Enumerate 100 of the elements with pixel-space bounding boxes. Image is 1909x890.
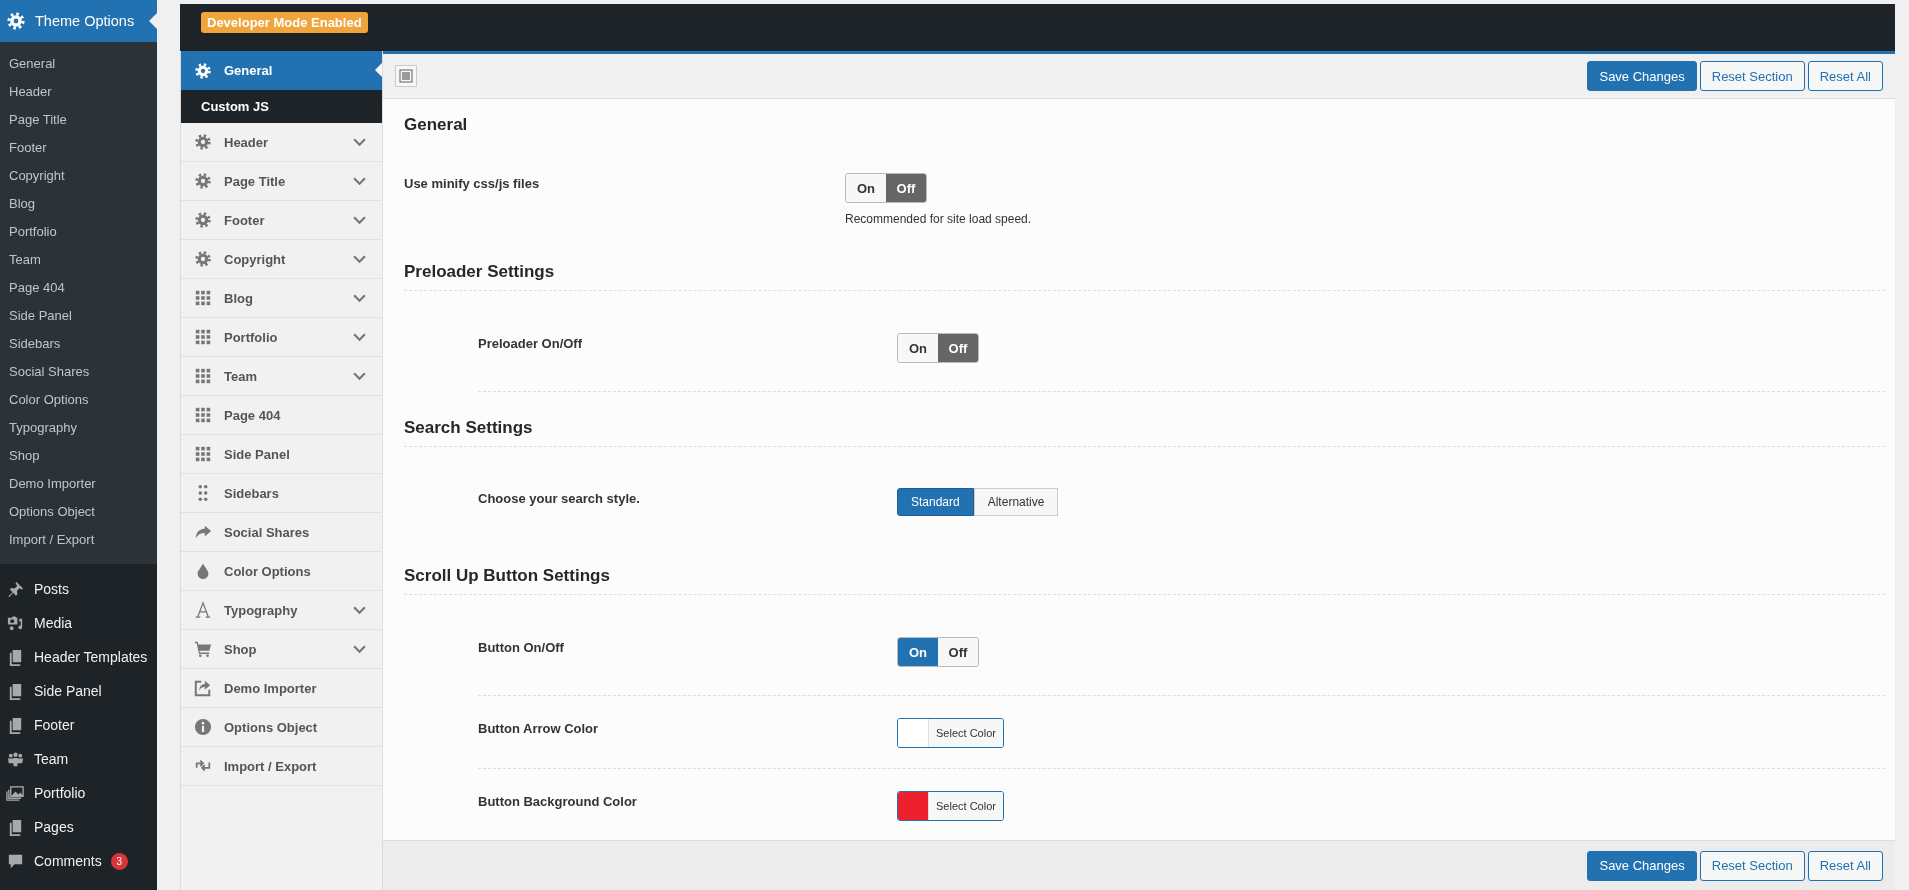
options-nav-item[interactable]: Copyright <box>181 240 382 279</box>
pin-icon <box>6 579 25 599</box>
admin-menu-link[interactable]: Team <box>34 751 69 767</box>
admin-menu-link[interactable]: Side Panel <box>34 683 102 699</box>
chevron-down-icon <box>353 137 366 147</box>
submenu-link[interactable]: Demo Importer <box>0 470 96 498</box>
submenu-link[interactable]: Social Shares <box>0 358 90 386</box>
submenu-link[interactable]: Page 404 <box>0 274 65 302</box>
gear-icon <box>194 61 212 80</box>
options-nav-item[interactable]: Footer <box>181 201 382 240</box>
options-nav-item[interactable]: Team <box>181 357 382 396</box>
admin-menu-link[interactable]: Posts <box>34 581 69 597</box>
field-label: Button Arrow Color <box>478 720 600 736</box>
option-button[interactable]: Standard <box>897 488 974 516</box>
options-nav-item[interactable]: General <box>181 51 382 90</box>
submenu-link[interactable]: Team <box>0 246 41 274</box>
options-nav-item[interactable]: Options Object <box>181 708 382 747</box>
submenu-link[interactable]: Page Title <box>0 106 67 134</box>
grid-icon <box>194 406 212 424</box>
developer-mode-badge: Developer Mode Enabled <box>201 12 368 33</box>
options-nav-item[interactable]: Header <box>181 123 382 162</box>
submenu-link[interactable]: Import / Export <box>0 526 95 554</box>
submenu-link[interactable]: Footer <box>0 134 47 162</box>
admin-menu-link[interactable]: Media <box>34 615 73 631</box>
chevron-down-icon <box>353 605 366 615</box>
layout-button[interactable] <box>395 65 417 87</box>
chevron-down-icon <box>353 293 366 303</box>
field-label: Choose your search style. <box>478 490 641 506</box>
submenu-link[interactable]: Options Object <box>0 498 95 526</box>
action-button[interactable]: Reset Section <box>1699 850 1805 881</box>
grid-icon <box>194 328 212 346</box>
submenu-link[interactable]: Color Options <box>0 386 89 414</box>
chevron-down-icon <box>353 644 366 654</box>
submenu-link[interactable]: Header <box>0 78 52 106</box>
options-nav-item[interactable]: Demo Importer <box>181 669 382 708</box>
options-nav-item[interactable]: Typography <box>181 591 382 630</box>
grid-icon <box>194 445 212 463</box>
field-label: Button On/Off <box>478 639 565 655</box>
select-color-button[interactable]: Select Color <box>928 792 1003 820</box>
options-nav-item[interactable]: Sidebars <box>181 474 382 513</box>
chevron-down-icon <box>353 215 366 225</box>
admin-menu-link[interactable]: Pages <box>34 819 74 835</box>
gear-icon <box>194 133 212 151</box>
admin-menu-link[interactable]: Portfolio <box>34 785 86 801</box>
grid-icon <box>194 289 212 307</box>
options-nav-item[interactable]: Page Title <box>181 162 382 201</box>
options-nav-item[interactable]: Portfolio <box>181 318 382 357</box>
admin-menu-link[interactable]: Footer <box>34 717 75 733</box>
color-swatch[interactable] <box>898 792 928 820</box>
options-nav-item[interactable]: Color Options <box>181 552 382 591</box>
submenu-link[interactable]: Sidebars <box>0 330 61 358</box>
select-color-button[interactable]: Select Color <box>928 719 1003 747</box>
admin-menu-link[interactable]: Comments <box>34 853 102 869</box>
submenu-link[interactable]: Side Panel <box>0 302 72 330</box>
submenu-link[interactable]: Portfolio <box>0 218 57 246</box>
gear-icon <box>194 250 212 268</box>
grid-icon <box>194 367 212 385</box>
action-button[interactable]: Reset All <box>1807 850 1883 881</box>
field-description: Recommended for site load speed. <box>845 212 1032 226</box>
options-nav-item[interactable]: Shop <box>181 630 382 669</box>
options-nav-item[interactable]: Blog <box>181 279 382 318</box>
section-heading: General <box>404 114 469 136</box>
options-nav-item[interactable]: Import / Export <box>181 747 382 786</box>
submenu-link[interactable]: Shop <box>0 442 40 470</box>
submenu-link[interactable]: Typography <box>0 414 77 442</box>
chevron-down-icon <box>353 176 366 186</box>
action-button[interactable]: Reset All <box>1807 61 1883 91</box>
submenu-link[interactable]: Blog <box>0 190 36 218</box>
chevron-down-icon <box>353 371 366 381</box>
option-button[interactable]: Alternative <box>973 488 1059 516</box>
info-icon <box>194 718 212 736</box>
chevron-down-icon <box>353 254 366 264</box>
submenu-link[interactable]: General <box>0 50 56 78</box>
layout-icon <box>399 69 413 83</box>
on-off-switch[interactable]: On Off <box>897 333 979 363</box>
on-off-switch[interactable]: On Off <box>897 637 979 667</box>
action-button[interactable]: Reset Section <box>1699 61 1805 91</box>
export-box-icon <box>194 679 212 697</box>
options-nav-item[interactable]: Social Shares <box>181 513 382 552</box>
gear-icon <box>194 211 212 229</box>
submenu-link[interactable]: Copyright <box>0 162 65 190</box>
gear-icon <box>6 11 26 31</box>
field-label: Button Background Color <box>478 793 638 809</box>
gear-icon <box>194 172 212 190</box>
field-label: Use minify css/js files <box>404 175 541 191</box>
action-button[interactable]: Save Changes <box>1587 61 1697 91</box>
count-badge: 3 <box>110 852 128 870</box>
options-subnav-item[interactable]: Custom JS <box>181 90 382 123</box>
chevron-down-icon <box>353 332 366 342</box>
section-heading: Preloader Settings <box>404 260 1885 291</box>
section-heading: Scroll Up Button Settings <box>404 564 1885 595</box>
options-nav-item[interactable]: Page 404 <box>181 396 382 435</box>
options-nav-item[interactable]: Side Panel <box>181 435 382 474</box>
action-button[interactable]: Save Changes <box>1587 850 1697 881</box>
section-heading: Search Settings <box>404 416 1885 447</box>
font-icon <box>194 601 212 619</box>
on-off-switch[interactable]: On Off <box>845 173 927 203</box>
admin-menu-link[interactable]: Header Templates <box>34 649 148 665</box>
theme-options-menu-item[interactable]: Theme Options <box>0 0 157 42</box>
cart-icon <box>194 640 212 658</box>
